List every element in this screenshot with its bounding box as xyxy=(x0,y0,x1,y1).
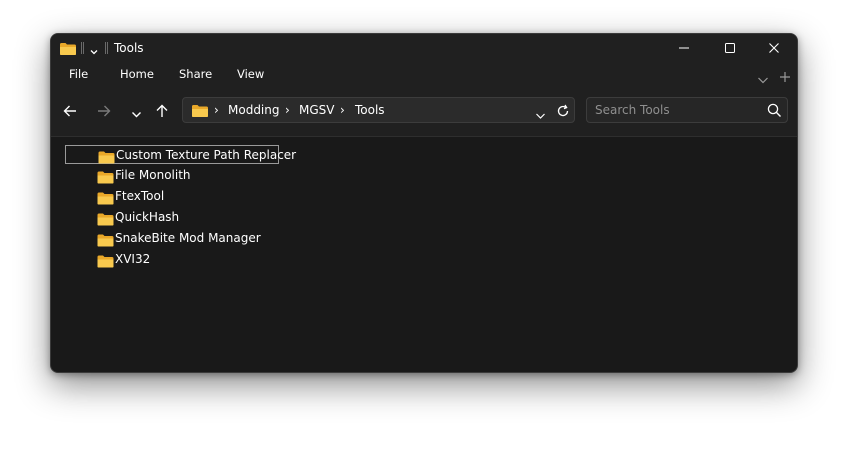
maximize-icon xyxy=(724,39,736,58)
list-item[interactable]: File Monolith xyxy=(65,166,279,185)
maximize-button[interactable] xyxy=(707,34,753,62)
toolbar-divider xyxy=(81,42,84,54)
address-history-dropdown[interactable] xyxy=(535,106,546,125)
file-name: XVI32 xyxy=(115,252,151,266)
breadcrumb-item[interactable]: MGSV xyxy=(299,103,334,117)
recent-locations-button[interactable] xyxy=(131,105,142,124)
list-item[interactable]: QuickHash xyxy=(65,208,279,227)
tab-view[interactable]: View xyxy=(237,67,264,81)
arrow-left-icon xyxy=(63,103,77,122)
chevron-down-icon xyxy=(131,105,142,124)
file-name: File Monolith xyxy=(115,168,191,182)
window-chrome: Tools File Home Share View › Modding › M… xyxy=(51,34,797,137)
arrow-right-icon xyxy=(97,103,111,122)
list-item[interactable]: Custom Texture Path Replacer xyxy=(65,145,296,164)
breadcrumb-separator[interactable]: › xyxy=(214,103,219,117)
file-name: SnakeBite Mod Manager xyxy=(115,231,261,245)
folder-icon xyxy=(191,103,209,122)
ribbon-tabs: File Home Share View xyxy=(51,67,797,85)
search-icon[interactable] xyxy=(767,103,782,122)
search-input[interactable] xyxy=(595,103,755,117)
explorer-window: Tools File Home Share View › Modding › M… xyxy=(50,33,798,373)
search-box[interactable] xyxy=(586,97,788,123)
chevron-down-icon[interactable] xyxy=(89,42,99,61)
file-list: Custom Texture Path Replacer File Monoli… xyxy=(51,137,797,372)
window-title: Tools xyxy=(114,41,144,55)
breadcrumb-separator[interactable]: › xyxy=(340,103,345,117)
file-name: Custom Texture Path Replacer xyxy=(116,148,297,162)
refresh-icon[interactable] xyxy=(556,103,570,122)
minimize-icon xyxy=(678,39,690,58)
arrow-up-icon xyxy=(155,103,169,122)
breadcrumb-item[interactable]: Modding xyxy=(228,103,280,117)
forward-button[interactable] xyxy=(97,103,111,122)
title-bar[interactable]: Tools xyxy=(51,34,797,62)
folder-icon[interactable] xyxy=(59,41,77,60)
folder-icon xyxy=(97,211,114,230)
file-name: FtexTool xyxy=(115,189,165,203)
close-icon xyxy=(768,39,780,58)
folder-icon xyxy=(97,190,114,209)
list-item[interactable]: XVI32 xyxy=(65,250,279,269)
tab-file[interactable]: File xyxy=(69,67,88,81)
list-item[interactable]: FtexTool xyxy=(65,187,279,206)
expand-ribbon-icon[interactable] xyxy=(757,70,769,89)
up-button[interactable] xyxy=(155,103,169,122)
folder-icon xyxy=(97,232,114,251)
breadcrumb-item[interactable]: Tools xyxy=(355,103,385,117)
toolbar-divider xyxy=(105,42,108,54)
file-name: QuickHash xyxy=(115,210,180,224)
minimize-button[interactable] xyxy=(661,34,707,62)
address-bar[interactable]: › Modding › MGSV › Tools xyxy=(182,97,575,123)
close-button[interactable] xyxy=(751,34,797,62)
folder-icon xyxy=(97,169,114,188)
tab-home[interactable]: Home xyxy=(120,67,154,81)
tab-share[interactable]: Share xyxy=(179,67,212,81)
breadcrumb-separator[interactable]: › xyxy=(285,103,290,117)
back-button[interactable] xyxy=(63,103,77,122)
folder-icon xyxy=(97,253,114,272)
plus-icon[interactable] xyxy=(779,68,791,87)
list-item[interactable]: SnakeBite Mod Manager xyxy=(65,229,279,248)
